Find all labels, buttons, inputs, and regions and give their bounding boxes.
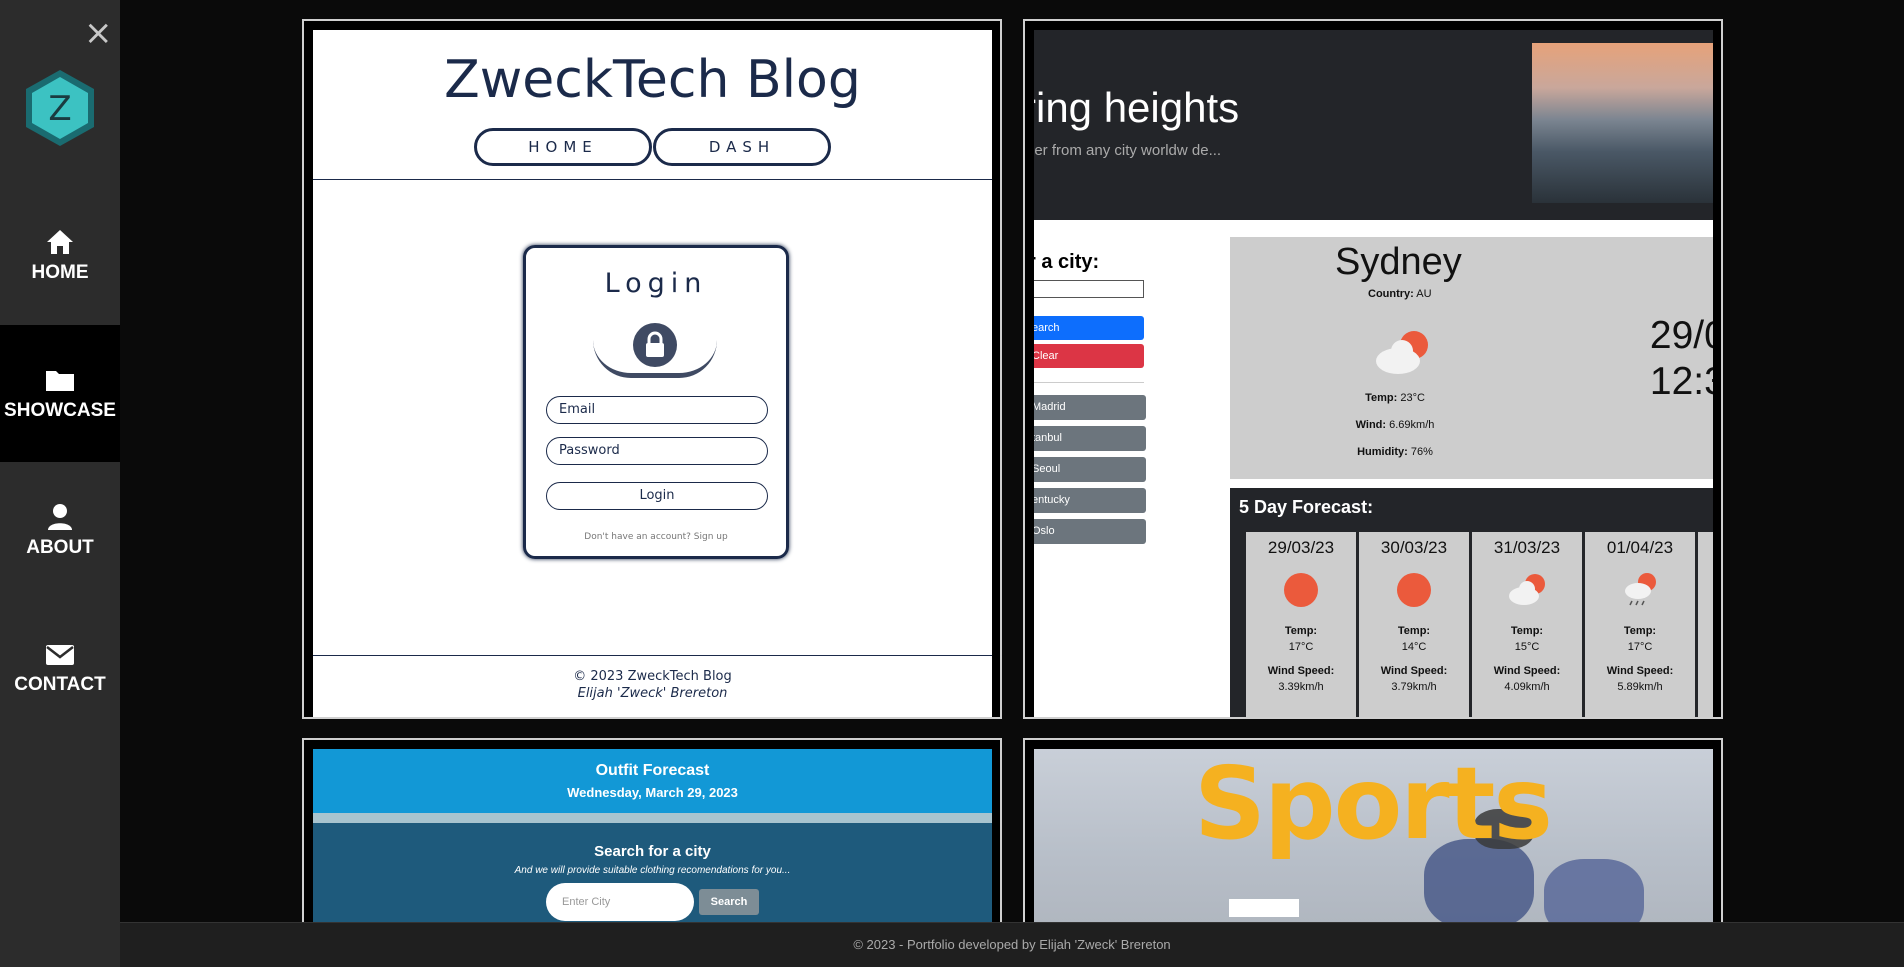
city-name: Sydney	[1335, 241, 1462, 283]
nav-home-label: HOME	[31, 261, 89, 283]
divider	[313, 655, 992, 656]
forecast-card	[1698, 532, 1713, 717]
forecast: 5 Day Forecast: 29/03/23 Temp: 17°C Wind …	[1230, 488, 1713, 717]
search-button[interactable]: earch	[1034, 316, 1144, 340]
user-icon	[48, 503, 72, 530]
page-footer: © 2023 - Portfolio developed by Elijah '…	[120, 922, 1904, 967]
folder-icon	[46, 370, 74, 391]
hero-image	[1532, 43, 1713, 203]
date-time: 29/03/212:33:1	[1649, 314, 1713, 403]
history-button[interactable]: Madrid	[1034, 395, 1146, 420]
project-card-outfit[interactable]: Outfit Forecast Wednesday, March 29, 202…	[302, 738, 1002, 938]
nav-showcase[interactable]: SHOWCASE	[0, 325, 120, 462]
hero-title: ring heights	[1034, 84, 1240, 131]
search-heading: r a city:	[1034, 251, 1100, 273]
email-field[interactable]: Email	[546, 396, 768, 424]
divider	[1034, 382, 1144, 383]
blog-author: Elijah 'Zweck' Brereton	[577, 686, 728, 701]
nav-contact-label: CONTACT	[14, 673, 106, 695]
nav-about[interactable]: ABOUT	[0, 462, 120, 599]
current-temp: Temp: 23°C	[1365, 392, 1425, 404]
outfit-header: Outfit Forecast Wednesday, March 29, 202…	[313, 749, 992, 813]
partly-cloudy-icon	[1376, 331, 1428, 374]
logo[interactable]: Z	[20, 68, 100, 148]
envelope-icon	[46, 644, 74, 665]
country: Country: AU	[1368, 288, 1432, 300]
hero-subtitle: her from any city worldw de...	[1034, 142, 1222, 159]
history-button[interactable]: Oslo	[1034, 519, 1146, 544]
login-button[interactable]: Login	[546, 482, 768, 510]
history-button[interactable]: entucky	[1034, 488, 1146, 513]
weather-hero: ring heights her from any city worldw de…	[1034, 30, 1713, 220]
decorative-block	[1229, 899, 1299, 917]
history-button[interactable]: tanbul	[1034, 426, 1146, 451]
nav-about-label: ABOUT	[26, 536, 94, 558]
sports-title: Sports	[1194, 749, 1553, 862]
divider	[313, 179, 992, 180]
login-box: Login Email Password Login Don't have an…	[523, 245, 789, 559]
sun-icon	[1284, 573, 1318, 607]
blog-copyright: © 2023 ZweckTech Blog	[573, 669, 732, 684]
forecast-card: 30/03/23 Temp: 14°C Wind Speed: 3.79km/h	[1359, 532, 1469, 717]
forecast-heading: 5 Day Forecast:	[1239, 497, 1374, 517]
nav-showcase-label: SHOWCASE	[4, 399, 116, 421]
project-card-blog[interactable]: ZweckTech Blog HOME DASH Login Email Pas…	[302, 19, 1002, 719]
lock-icon	[633, 323, 677, 367]
blog-dash-button[interactable]: DASH	[653, 128, 831, 166]
divider	[313, 813, 992, 823]
nav-contact[interactable]: CONTACT	[0, 599, 120, 736]
partly-cloudy-icon	[1509, 574, 1545, 605]
current-humidity: Humidity: 76%	[1357, 446, 1433, 458]
outfit-subtitle: And we will provide suitable clothing re…	[514, 865, 791, 876]
outfit-city-input[interactable]: Enter City	[546, 883, 694, 921]
current-wind: Wind: 6.69km/h	[1355, 419, 1435, 431]
password-field[interactable]: Password	[546, 437, 768, 465]
sun-icon	[1397, 573, 1431, 607]
home-icon	[47, 229, 73, 254]
close-icon[interactable]: ×	[84, 16, 113, 50]
signup-link[interactable]: Don't have an account? Sign up	[526, 532, 786, 542]
blog-title: ZweckTech Blog	[444, 50, 861, 110]
blog-home-button[interactable]: HOME	[474, 128, 652, 166]
clear-button[interactable]: Clear	[1034, 344, 1144, 368]
outfit-date: Wednesday, March 29, 2023	[567, 785, 738, 800]
nav-home[interactable]: HOME	[0, 187, 120, 324]
sidebar: × Z HOME SHOWCASE ABOUT CONTACT	[0, 0, 120, 967]
login-title: Login	[604, 268, 708, 299]
history-button[interactable]: Seoul	[1034, 457, 1146, 482]
forecast-card: 29/03/23 Temp: 17°C Wind Speed: 3.39km/h	[1246, 532, 1356, 717]
current-weather: Sydney Country: AU Temp: 23°C Wind: 6.69…	[1230, 237, 1713, 479]
project-card-weather[interactable]: ring heights her from any city worldw de…	[1023, 19, 1723, 719]
project-card-sports[interactable]: Sports	[1023, 738, 1723, 938]
forecast-card: 01/04/23 Temp: 17°C Wind Speed: 5.89km/h	[1585, 532, 1695, 717]
outfit-search-heading: Search for a city	[594, 843, 711, 860]
rain-icon	[1625, 573, 1656, 606]
logo-letter: Z	[48, 89, 71, 129]
outfit-search-button[interactable]: Search	[699, 889, 759, 915]
city-input[interactable]	[1034, 280, 1144, 298]
forecast-card: 31/03/23 Temp: 15°C Wind Speed: 4.09km/h	[1472, 532, 1582, 717]
outfit-title: Outfit Forecast	[595, 762, 710, 779]
